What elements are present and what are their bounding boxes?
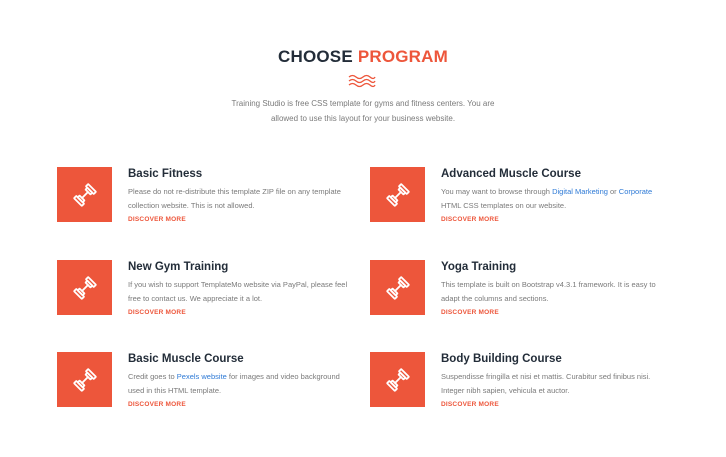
desc-text: HTML CSS templates on our website. bbox=[441, 201, 567, 210]
heading-accent-part: PROGRAM bbox=[357, 47, 448, 66]
program-icon-box[interactable] bbox=[57, 167, 112, 222]
digital-marketing-link[interactable]: Digital Marketing bbox=[552, 187, 608, 196]
program-icon-box[interactable] bbox=[370, 260, 425, 315]
dumbbell-icon bbox=[385, 275, 410, 300]
program-description: Suspendisse fringilla et nisi et mattis.… bbox=[441, 372, 651, 395]
discover-more-link[interactable]: DISCOVER MORE bbox=[441, 309, 499, 316]
intro-line: Training Studio is free CSS template for… bbox=[231, 99, 495, 108]
program-item-advanced-muscle-course: Advanced Muscle Course You may want to b… bbox=[370, 167, 670, 237]
program-title: Basic Muscle Course bbox=[128, 353, 244, 365]
program-title: Basic Fitness bbox=[128, 168, 203, 180]
discover-more-link[interactable]: DISCOVER MORE bbox=[128, 216, 186, 223]
section-intro: Training Studio is free CSS template for… bbox=[200, 96, 526, 126]
choose-program-section: CHOOSE PROGRAM Training Studio is free C… bbox=[0, 0, 726, 457]
desc-text: or bbox=[610, 187, 617, 196]
program-item-basic-fitness: Basic Fitness Please do not re-distribut… bbox=[57, 167, 357, 237]
waves-icon bbox=[348, 74, 376, 88]
program-title: New Gym Training bbox=[128, 261, 229, 273]
dumbbell-icon bbox=[72, 182, 97, 207]
discover-more-link[interactable]: DISCOVER MORE bbox=[128, 401, 186, 408]
program-icon-box[interactable] bbox=[370, 167, 425, 222]
intro-line: allowed to use this layout for your busi… bbox=[270, 114, 456, 123]
program-item-yoga-training: Yoga Training This template is built on … bbox=[370, 260, 670, 330]
program-description: This template is built on Bootstrap v4.3… bbox=[441, 280, 656, 303]
program-title: Advanced Muscle Course bbox=[441, 168, 581, 180]
program-title: Yoga Training bbox=[441, 261, 517, 273]
desc-text: Credit goes to bbox=[128, 372, 175, 381]
corporate-link[interactable]: Corporate bbox=[619, 187, 652, 196]
heading-dark-part: CHOOSE bbox=[277, 47, 353, 66]
program-icon-box[interactable] bbox=[370, 352, 425, 407]
dumbbell-icon bbox=[72, 275, 97, 300]
dumbbell-icon bbox=[72, 367, 97, 392]
program-description: Please do not re-distribute this templat… bbox=[128, 187, 341, 210]
pexels-website-link[interactable]: Pexels website bbox=[177, 372, 227, 381]
program-item-body-building-course: Body Building Course Suspendisse fringil… bbox=[370, 352, 670, 422]
discover-more-link[interactable]: DISCOVER MORE bbox=[441, 401, 499, 408]
program-description: Credit goes to Pexels website for images… bbox=[128, 370, 358, 398]
desc-text: You may want to browse through bbox=[441, 187, 550, 196]
program-item-basic-muscle-course: Basic Muscle Course Credit goes to Pexel… bbox=[57, 352, 357, 422]
discover-more-link[interactable]: DISCOVER MORE bbox=[441, 216, 499, 223]
program-item-new-gym-training: New Gym Training If you wish to support … bbox=[57, 260, 357, 330]
discover-more-link[interactable]: DISCOVER MORE bbox=[128, 309, 186, 316]
program-description: You may want to browse through Digital M… bbox=[441, 185, 671, 213]
dumbbell-icon bbox=[385, 182, 410, 207]
program-description: If you wish to support TemplateMo websit… bbox=[128, 280, 348, 303]
dumbbell-icon bbox=[385, 367, 410, 392]
program-title: Body Building Course bbox=[441, 353, 562, 365]
section-heading: CHOOSE PROGRAM bbox=[0, 47, 726, 67]
program-icon-box[interactable] bbox=[57, 352, 112, 407]
program-icon-box[interactable] bbox=[57, 260, 112, 315]
